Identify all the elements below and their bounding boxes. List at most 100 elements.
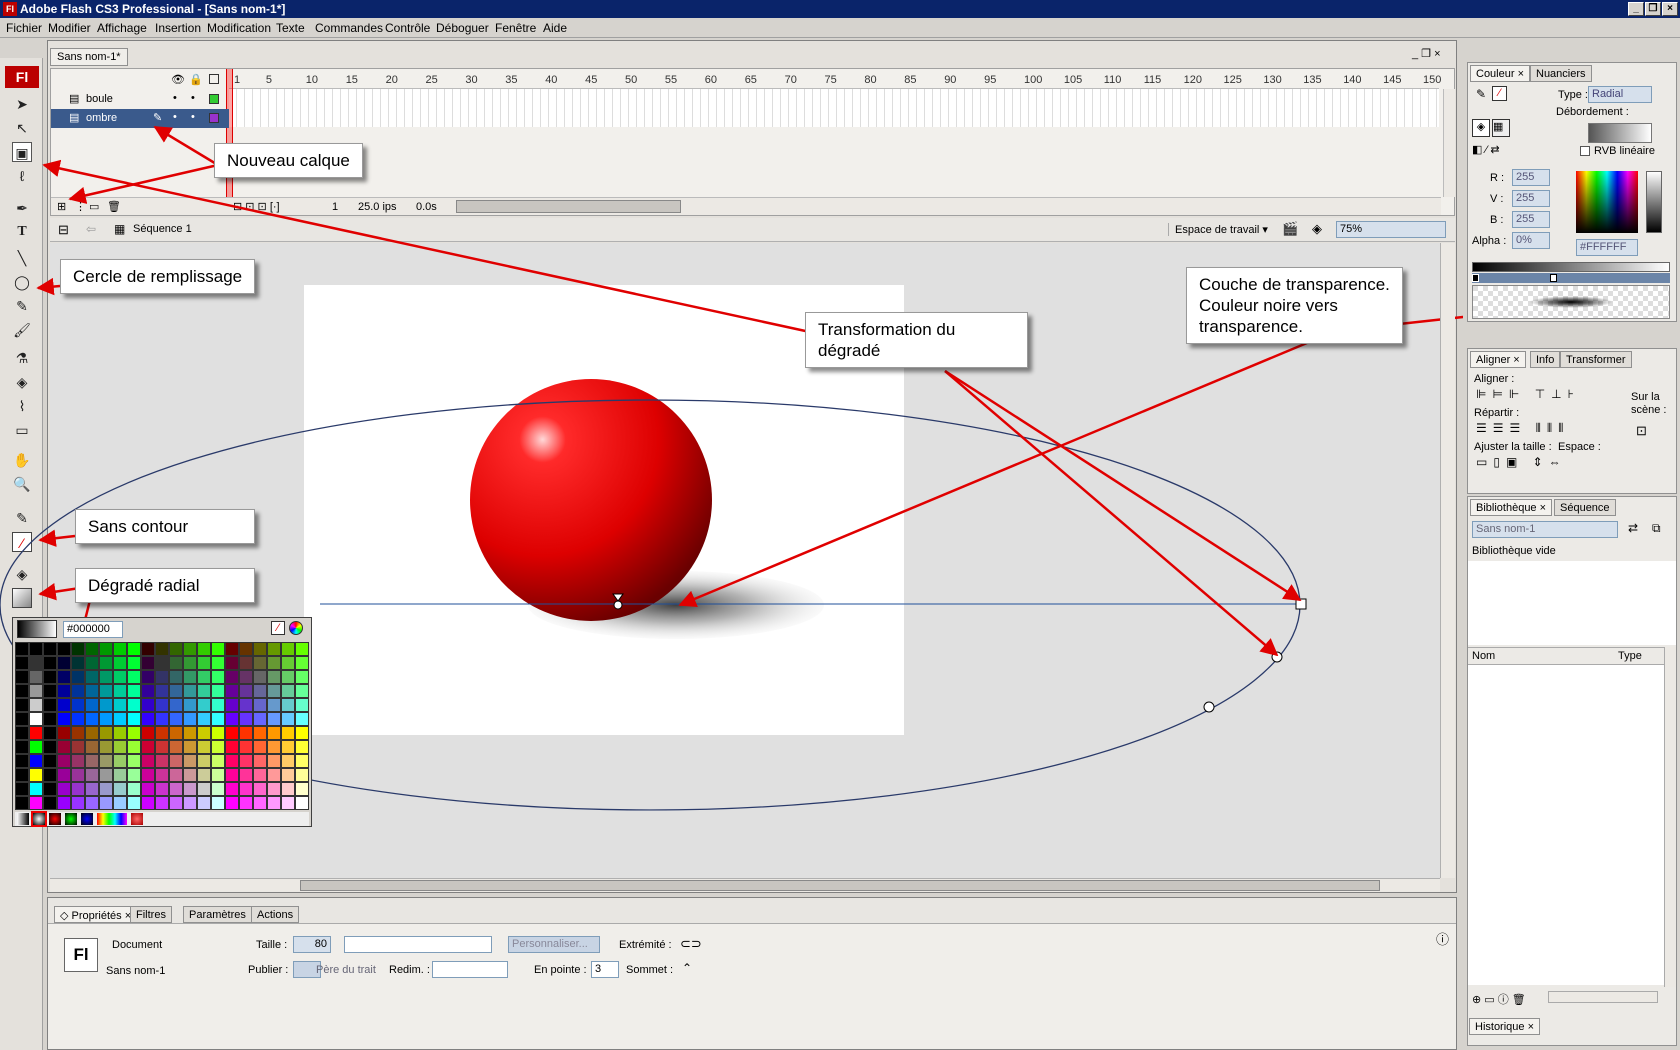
color-spectrum[interactable] (1576, 171, 1638, 233)
gradient-stop-black[interactable] (1472, 274, 1479, 282)
publier-label: Publier : (248, 964, 289, 976)
taille-input[interactable]: 80 (293, 936, 331, 953)
v-input[interactable]: 255 (1512, 190, 1550, 207)
library-bottom-icons[interactable]: ⊕ ▭ ⓘ 🗑 (1472, 991, 1526, 1007)
hex-input[interactable]: #FFFFFF (1576, 239, 1638, 256)
tab-info[interactable]: Info (1530, 351, 1561, 368)
redim-label: Redim. : (389, 964, 430, 976)
document-fl-icon: Fl (64, 938, 98, 972)
library-vscroll[interactable] (1664, 647, 1676, 987)
match-size-icons[interactable]: ▭▯▣ ⇕⇔ (1476, 455, 1567, 469)
rotation-handle (1204, 702, 1214, 712)
tab-actions[interactable]: Actions (251, 906, 300, 923)
to-stage-icon[interactable]: ⊡ (1636, 423, 1647, 439)
match-size-label: Ajuster la taille : (1474, 441, 1552, 453)
type-label: Type : (1558, 89, 1588, 101)
distribute-icons[interactable]: ☰☰☰ ⦀⦀⦀ (1476, 421, 1569, 436)
swatch-grid[interactable] (15, 642, 309, 810)
bitmap-fill-icon[interactable]: ▦ (1492, 119, 1510, 137)
properties-panel: ◇ Propriétés × Filtres Paramètres Action… (47, 897, 1457, 1050)
callout-radial-gradient: Dégradé radial (75, 568, 255, 603)
personnaliser-button[interactable]: Personnaliser... (508, 936, 600, 953)
en-pointe-input[interactable]: 3 (591, 961, 619, 978)
extremite-label: Extrémité : (619, 939, 672, 951)
tab-bibliotheque[interactable]: Bibliothèque × (1470, 499, 1553, 516)
palette-hex-input[interactable]: #000000 (63, 621, 123, 638)
no-color-icon[interactable]: ⁄ (271, 621, 285, 635)
gradient-stops-track[interactable] (1472, 273, 1670, 283)
b-label: B : (1490, 214, 1504, 226)
gradient-preview (1472, 285, 1670, 319)
alpha-input[interactable]: 0% (1512, 232, 1550, 249)
align-label: Aligner : (1474, 373, 1515, 385)
gradient-center-handle (614, 601, 622, 609)
library-empty-label: Bibliothèque vide (1472, 545, 1556, 557)
no-stroke-icon[interactable]: ⁄ (1492, 86, 1507, 101)
align-panel: Aligner × Info Transformer Aligner : ⊫⊨⊩… (1467, 348, 1677, 494)
callout-fill-circle: Cercle de remplissage (60, 259, 256, 294)
color-picker-icon[interactable] (289, 621, 303, 635)
stage-hscroll[interactable] (50, 878, 1440, 892)
help-icon[interactable]: ⓘ (1436, 929, 1449, 948)
callout-new-layer: Nouveau calque (214, 143, 363, 178)
r-label: R : (1490, 172, 1505, 184)
tab-parameters[interactable]: Paramètres (183, 906, 252, 923)
join-icon[interactable]: ⌃ (682, 961, 692, 975)
library-doc-select[interactable]: Sans nom-1 (1472, 521, 1618, 538)
linear-rgb-checkbox[interactable] (1580, 146, 1590, 156)
new-library-icon[interactable]: ⧉ (1652, 521, 1661, 536)
library-panel: Bibliothèque × Séquence Sans nom-1 ⇄ ⧉ B… (1467, 496, 1677, 1046)
width-handle (1296, 599, 1306, 609)
fill-bucket-icon[interactable]: ◈ (1472, 119, 1490, 137)
color-palette-popup: #000000 ⁄ (12, 617, 312, 827)
library-preview (1468, 561, 1676, 645)
col-name[interactable]: Nom (1472, 650, 1495, 662)
col-type[interactable]: Type (1618, 650, 1642, 662)
callout-gradient-transform: Transformation du dégradé (805, 312, 1028, 368)
pin-library-icon[interactable]: ⇄ (1628, 521, 1638, 535)
callout-transparency: Couche de transparence. Couleur noire ve… (1186, 267, 1403, 344)
library-list[interactable] (1468, 665, 1664, 985)
tab-properties[interactable]: ◇ Propriétés × (54, 906, 138, 923)
redim-dropdown[interactable] (432, 961, 508, 978)
taille-label: Taille : (256, 939, 288, 951)
library-hscroll[interactable] (1548, 991, 1658, 1003)
cap-icon[interactable]: ⊂⊃ (680, 936, 702, 952)
doc-name-label: Sans nom-1 (106, 965, 166, 977)
gradient-swatches[interactable] (15, 811, 309, 827)
right-panel-dock: Couleur × Nuanciers ✎ ⁄ Type : Radial Dé… (1463, 40, 1680, 1050)
stroke-color-icon[interactable]: ✎ (1476, 87, 1486, 101)
v-label: V : (1490, 193, 1504, 205)
palette-preview (17, 620, 57, 638)
callout-no-stroke: Sans contour (75, 509, 255, 544)
alpha-label: Alpha : (1472, 235, 1507, 247)
hscroll-thumb[interactable] (300, 880, 1380, 891)
swap-colors-icon[interactable]: ◧ ⁄ ⇄ (1472, 143, 1500, 156)
en-pointe-label: En pointe : (534, 964, 587, 976)
color-panel: Couleur × Nuanciers ✎ ⁄ Type : Radial Dé… (1467, 62, 1677, 322)
brightness-slider[interactable] (1646, 171, 1662, 233)
overflow-select[interactable] (1588, 123, 1652, 143)
taille-dropdown[interactable] (344, 936, 492, 953)
doc-type-label: Document (112, 939, 163, 951)
overflow-label: Débordement : (1556, 106, 1629, 118)
library-header: Nom Type (1468, 647, 1664, 665)
tab-historique[interactable]: Historique × (1469, 1018, 1541, 1035)
r-input[interactable]: 255 (1512, 169, 1550, 186)
gradient-bar[interactable] (1472, 262, 1670, 272)
linear-rgb-label: RVB linéaire (1594, 145, 1655, 157)
sommet-label: Sommet : (626, 964, 674, 976)
stage-toggle-label: Sur la scène : (1631, 391, 1667, 416)
tab-couleur[interactable]: Couleur × (1470, 65, 1531, 82)
align-icons[interactable]: ⊫⊨⊩ ⊤⊥⊦ (1476, 387, 1580, 401)
tab-aligner[interactable]: Aligner × (1470, 351, 1526, 368)
b-input[interactable]: 255 (1512, 211, 1550, 228)
gradient-stop-white[interactable] (1550, 274, 1557, 282)
tab-nuanciers[interactable]: Nuanciers (1530, 65, 1592, 82)
tab-filters[interactable]: Filtres (130, 906, 172, 923)
tab-transformer[interactable]: Transformer (1560, 351, 1632, 368)
tab-sequence[interactable]: Séquence (1554, 499, 1616, 516)
stage-vscroll[interactable] (1440, 243, 1455, 878)
red-ball (470, 379, 712, 621)
type-select[interactable]: Radial (1588, 86, 1652, 103)
